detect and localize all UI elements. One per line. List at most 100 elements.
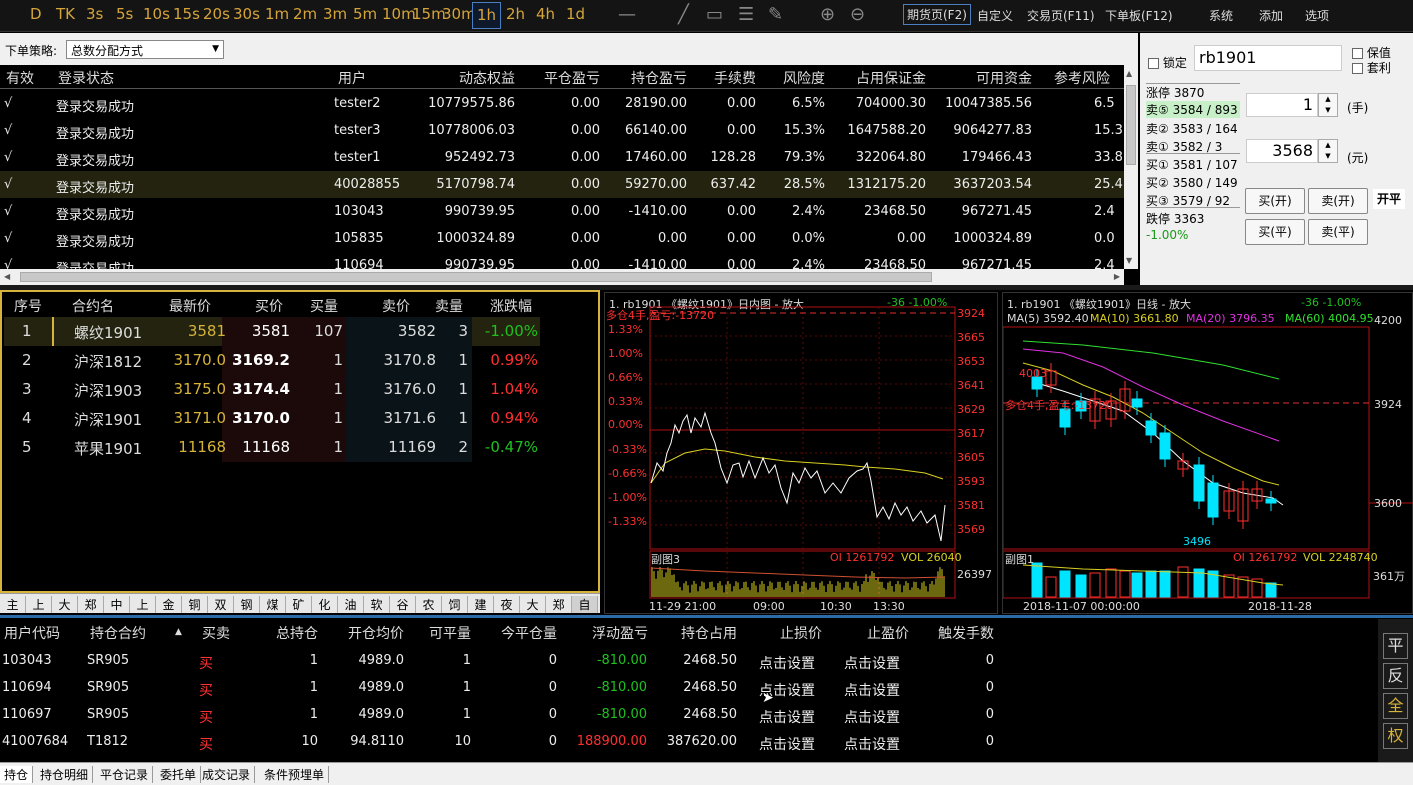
menu-0[interactable]: 期货页(F2)	[903, 4, 971, 25]
scroll-right-icon[interactable]: ▶	[1114, 272, 1120, 281]
position-row[interactable]: 110697 SR905 买 1 4989.0 1 0 -810.00 2468.50 点击设置 点…	[0, 701, 1378, 728]
exchange-tab[interactable]: 金	[156, 596, 182, 613]
position-col-8[interactable]: 持仓占用	[681, 623, 737, 643]
period-30s[interactable]: 30s	[233, 5, 260, 23]
open-close-toggle[interactable]: 开平	[1373, 189, 1405, 209]
position-row[interactable]: 41007684 T1812 买 10 94.8110 10 0 188900.00 38762…	[0, 728, 1378, 755]
buy-close-button[interactable]: 买(平)	[1245, 219, 1305, 245]
position-col-6[interactable]: 今平仓量	[501, 623, 557, 643]
period-10s[interactable]: 10s	[143, 5, 170, 23]
take-profit-cell[interactable]: 点击设置	[844, 707, 900, 727]
position-col-3[interactable]: 总持仓	[276, 623, 318, 643]
period-10m[interactable]: 10m	[382, 5, 416, 23]
exchange-tab[interactable]: 油	[338, 596, 364, 613]
quote-col-0[interactable]: 序号	[14, 296, 42, 316]
quote-row[interactable]: 1 螺纹1901 3581 3581 107 3582 3 -1.00%	[4, 317, 540, 346]
horizontal-scrollbar[interactable]: ◀ ▶	[0, 269, 1124, 285]
side-button-3[interactable]: 权	[1383, 723, 1408, 749]
sell-close-button[interactable]: 卖(平)	[1308, 219, 1368, 245]
exchange-tab[interactable]: 大	[520, 596, 546, 613]
exchange-tab[interactable]: 郑	[78, 596, 104, 613]
position-col-4[interactable]: 开仓均价	[348, 623, 404, 643]
intraday-chart[interactable]: 1. rb1901 《螺纹1901》日内图 - 放大 -36 -1.00% 多仓…	[604, 292, 998, 614]
period-30m[interactable]: 30m	[442, 5, 476, 23]
exchange-tab[interactable]: 软	[364, 596, 390, 613]
menu-3[interactable]: 下单板(F12)	[1105, 7, 1173, 24]
account-col-7[interactable]: 风险度	[783, 68, 825, 88]
bid-1[interactable]: 买① 3581 / 107	[1146, 156, 1238, 173]
menu-6[interactable]: 选项	[1305, 7, 1329, 24]
account-row[interactable]: √ 登录交易成功 103043 990739.95 0.00 -1410.00 0.00 2.…	[0, 198, 1124, 225]
period-4h[interactable]: 4h	[536, 5, 555, 23]
period-2m[interactable]: 2m	[293, 5, 317, 23]
account-row[interactable]: √ 登录交易成功 tester2 10779575.86 0.00 28190.00 0.0…	[0, 90, 1124, 117]
period-TK[interactable]: TK	[56, 5, 75, 23]
account-col-6[interactable]: 手续费	[714, 68, 756, 88]
exchange-tab[interactable]: 农	[416, 596, 442, 613]
quote-col-7[interactable]: 涨跌幅	[490, 296, 532, 316]
menu-2[interactable]: 交易页(F11)	[1027, 7, 1095, 24]
position-row[interactable]: 103043 SR905 买 1 4989.0 1 0 -810.00 2468.50 点击设置 点…	[0, 647, 1378, 674]
exchange-tab[interactable]: 化	[312, 596, 338, 613]
stop-loss-cell[interactable]: 点击设置	[759, 653, 815, 673]
exchange-tab[interactable]: 铜	[182, 596, 208, 613]
account-row[interactable]: √ 登录交易成功 tester3 10778006.03 0.00 66140.00 0.0…	[0, 117, 1124, 144]
price-input[interactable]: 3568	[1246, 139, 1318, 163]
scroll-up-icon[interactable]: ▲	[1126, 69, 1132, 78]
ask-5[interactable]: 卖⑤ 3584 / 893	[1146, 101, 1240, 118]
bottom-tab-0[interactable]: 持仓	[0, 766, 34, 783]
exchange-tab[interactable]: 饲	[442, 596, 468, 613]
account-row[interactable]: √ 登录交易成功 105835 1000324.89 0.00 0.00 0.00 0.0% 0…	[0, 225, 1124, 252]
buy-open-button[interactable]: 买(开)	[1245, 188, 1305, 214]
contract-input[interactable]: rb1901	[1194, 45, 1342, 71]
exchange-tab[interactable]: 大	[52, 596, 78, 613]
period-20s[interactable]: 20s	[203, 5, 230, 23]
account-col-5[interactable]: 持仓盈亏	[631, 68, 687, 88]
position-col-10[interactable]: 止盈价	[867, 623, 909, 643]
period-5s[interactable]: 5s	[116, 5, 133, 23]
qty-stepper[interactable]: ▲ ▼	[1318, 93, 1338, 117]
quote-col-3[interactable]: 买价	[255, 296, 283, 316]
exchange-tab[interactable]: 煤	[260, 596, 286, 613]
zoom-out-icon[interactable]: ⊖	[850, 4, 874, 26]
take-profit-cell[interactable]: 点击设置	[844, 734, 900, 754]
exchange-tab[interactable]: 主	[0, 596, 26, 613]
exchange-tab[interactable]: 自	[572, 596, 598, 613]
exchange-tab[interactable]: 中	[104, 596, 130, 613]
position-col-0[interactable]: 用户代码	[4, 623, 60, 643]
position-col-11[interactable]: 触发手数	[938, 623, 994, 643]
account-col-3[interactable]: 动态权益	[459, 68, 515, 88]
eraser-icon[interactable]: ✎	[768, 4, 792, 26]
account-col-2[interactable]: 用户	[338, 68, 366, 88]
scroll-down-icon[interactable]: ▼	[1126, 256, 1132, 265]
take-profit-cell[interactable]: 点击设置	[844, 653, 900, 673]
quote-row[interactable]: 3 沪深1903 3175.0 3174.4 1 3176.0 1 1.04%	[4, 375, 540, 404]
side-button-0[interactable]: 平	[1383, 633, 1408, 659]
period-1m[interactable]: 1m	[265, 5, 289, 23]
period-15m[interactable]: 15m	[412, 5, 446, 23]
sell-open-button[interactable]: 卖(开)	[1308, 188, 1368, 214]
account-col-0[interactable]: 有效	[6, 68, 34, 88]
quote-col-6[interactable]: 卖量	[435, 296, 463, 316]
account-col-1[interactable]: 登录状态	[58, 68, 114, 88]
exchange-tab[interactable]: 谷	[390, 596, 416, 613]
sort-asc-icon[interactable]: ▲	[175, 627, 182, 637]
quote-col-1[interactable]: 合约名	[72, 296, 114, 316]
exchange-tab[interactable]: 矿	[286, 596, 312, 613]
hscroll-thumb[interactable]	[20, 272, 932, 282]
position-col-5[interactable]: 可平量	[429, 623, 471, 643]
exchange-tab[interactable]: 郑	[546, 596, 572, 613]
line-tool-icon[interactable]: ╱	[678, 4, 702, 26]
lock-checkbox[interactable]: 锁定	[1148, 54, 1187, 71]
side-button-1[interactable]: 反	[1383, 663, 1408, 689]
bid-2[interactable]: 买② 3580 / 149	[1146, 174, 1238, 191]
qty-input[interactable]: 1	[1246, 93, 1318, 117]
take-profit-cell[interactable]: 点击设置	[844, 680, 900, 700]
quote-row[interactable]: 4 沪深1901 3171.0 3170.0 1 3171.6 1 0.94%	[4, 404, 540, 433]
position-row[interactable]: 110694 SR905 买 1 4989.0 1 0 -810.00 2468.50 点击设置点…	[0, 674, 1378, 701]
account-col-10[interactable]: 参考风险	[1054, 68, 1110, 88]
menu-4[interactable]: 系统	[1209, 7, 1233, 24]
period-D[interactable]: D	[30, 5, 42, 23]
quote-col-4[interactable]: 买量	[310, 296, 338, 316]
account-col-4[interactable]: 平仓盈亏	[544, 68, 600, 88]
